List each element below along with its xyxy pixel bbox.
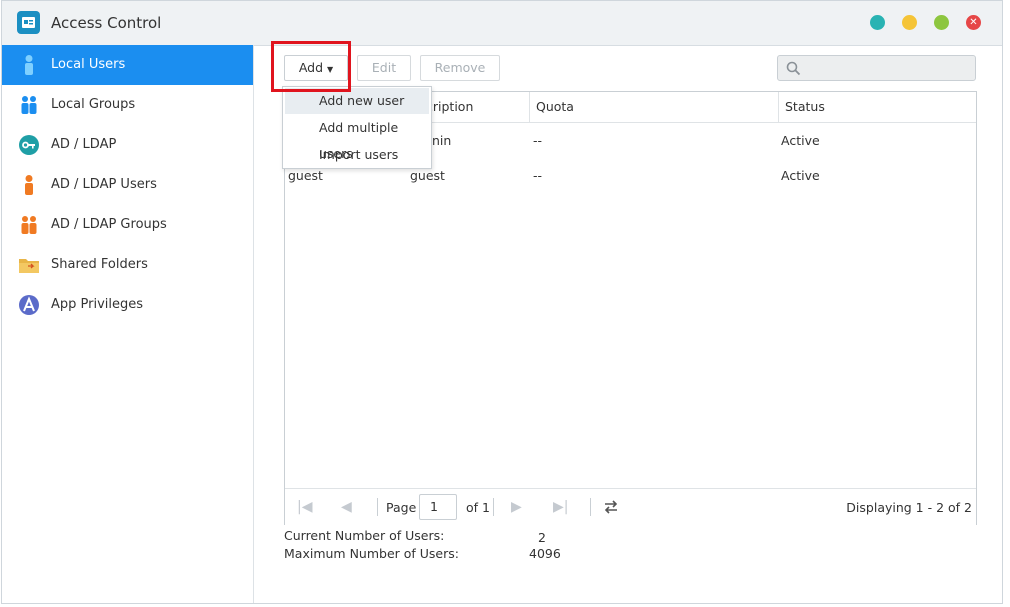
column-header-quota[interactable]: Quota xyxy=(529,92,778,122)
first-page-icon[interactable]: |◀ xyxy=(297,499,312,515)
pager-divider xyxy=(590,498,591,516)
menu-item-add-multiple-users[interactable]: Add multiple users xyxy=(285,115,429,161)
caret-down-icon: ▼ xyxy=(327,65,334,74)
add-button[interactable]: Add ▼ xyxy=(284,55,348,81)
group-icon xyxy=(21,96,37,114)
maximize-window-button[interactable] xyxy=(934,15,949,30)
previous-page-icon[interactable]: ◀ xyxy=(341,499,352,515)
remove-button[interactable]: Remove xyxy=(420,55,500,81)
title-bar: Access Control ✕ xyxy=(2,1,1002,46)
sidebar-item-label: App Privileges xyxy=(51,297,144,312)
sidebar-item-local-groups[interactable]: Local Groups xyxy=(2,85,253,125)
max-users-value: 4096 xyxy=(529,546,561,561)
access-control-window: Access Control ✕ Local Users Local Group… xyxy=(1,0,1003,604)
current-users-value: 2 xyxy=(538,530,546,545)
displaying-count: Displaying 1 - 2 of 2 xyxy=(846,500,972,515)
row-quota: -- xyxy=(533,168,543,183)
last-page-icon[interactable]: ▶| xyxy=(553,499,568,515)
help-window-button[interactable] xyxy=(870,15,885,30)
sidebar-item-label: AD / LDAP Users xyxy=(51,177,157,192)
sidebar-item-app-privileges[interactable]: App Privileges xyxy=(2,285,253,325)
column-header-status[interactable]: Status xyxy=(778,92,976,122)
row-username: guest xyxy=(288,168,323,183)
folder-icon xyxy=(19,259,39,273)
pagination-bar: |◀ ◀ Page 1 of 1 ▶ ▶| Displaying 1 - 2 o… xyxy=(285,488,976,526)
sidebar-item-label: AD / LDAP Groups xyxy=(51,217,167,232)
edit-button[interactable]: Edit xyxy=(357,55,411,81)
row-description: guest xyxy=(410,168,445,183)
sidebar-item-ad-ldap-groups[interactable]: AD / LDAP Groups xyxy=(2,205,253,245)
add-button-label: Add xyxy=(298,60,324,75)
access-control-app-icon xyxy=(17,11,40,34)
page-count-label: of 1 xyxy=(466,500,490,515)
sidebar-item-label: Local Users xyxy=(51,57,126,72)
search-input[interactable] xyxy=(777,55,976,81)
group-icon xyxy=(21,216,37,234)
window-title: Access Control xyxy=(51,14,162,32)
page-number-input[interactable]: 1 xyxy=(419,494,457,520)
row-status: Active xyxy=(781,133,820,148)
user-icon xyxy=(25,55,33,75)
app-icon xyxy=(19,295,39,315)
sidebar-item-label: Shared Folders xyxy=(51,257,148,272)
close-window-button[interactable]: ✕ xyxy=(966,15,981,30)
user-icon xyxy=(25,175,33,195)
row-description: nin xyxy=(432,133,452,148)
refresh-icon[interactable] xyxy=(603,499,619,515)
add-dropdown-menu: Add new user Add multiple users Import u… xyxy=(282,86,432,169)
sidebar-item-ad-ldap-users[interactable]: AD / LDAP Users xyxy=(2,165,253,205)
menu-item-import-users[interactable]: Import users xyxy=(285,142,429,168)
menu-item-add-new-user[interactable]: Add new user xyxy=(285,88,429,114)
sidebar: Local Users Local Groups AD / LDAP AD / … xyxy=(2,45,254,603)
sidebar-item-local-users[interactable]: Local Users xyxy=(2,45,253,85)
current-users-label: Current Number of Users: xyxy=(284,528,445,543)
sidebar-item-label: AD / LDAP xyxy=(51,137,117,152)
column-header-label: cription xyxy=(426,99,474,114)
pager-divider xyxy=(377,498,378,516)
sidebar-item-shared-folders[interactable]: Shared Folders xyxy=(2,245,253,285)
row-quota: -- xyxy=(533,133,543,148)
pager-divider xyxy=(493,498,494,516)
page-label: Page xyxy=(386,500,417,515)
max-users-label: Maximum Number of Users: xyxy=(284,546,459,561)
minimize-window-button[interactable] xyxy=(902,15,917,30)
next-page-icon[interactable]: ▶ xyxy=(511,499,522,515)
sidebar-item-ad-ldap[interactable]: AD / LDAP xyxy=(2,125,253,165)
search-icon xyxy=(786,61,801,76)
row-status: Active xyxy=(781,168,820,183)
column-header-label: Status xyxy=(785,99,825,114)
sidebar-item-label: Local Groups xyxy=(51,97,136,112)
key-icon xyxy=(19,135,39,155)
column-header-label: Quota xyxy=(536,99,574,114)
